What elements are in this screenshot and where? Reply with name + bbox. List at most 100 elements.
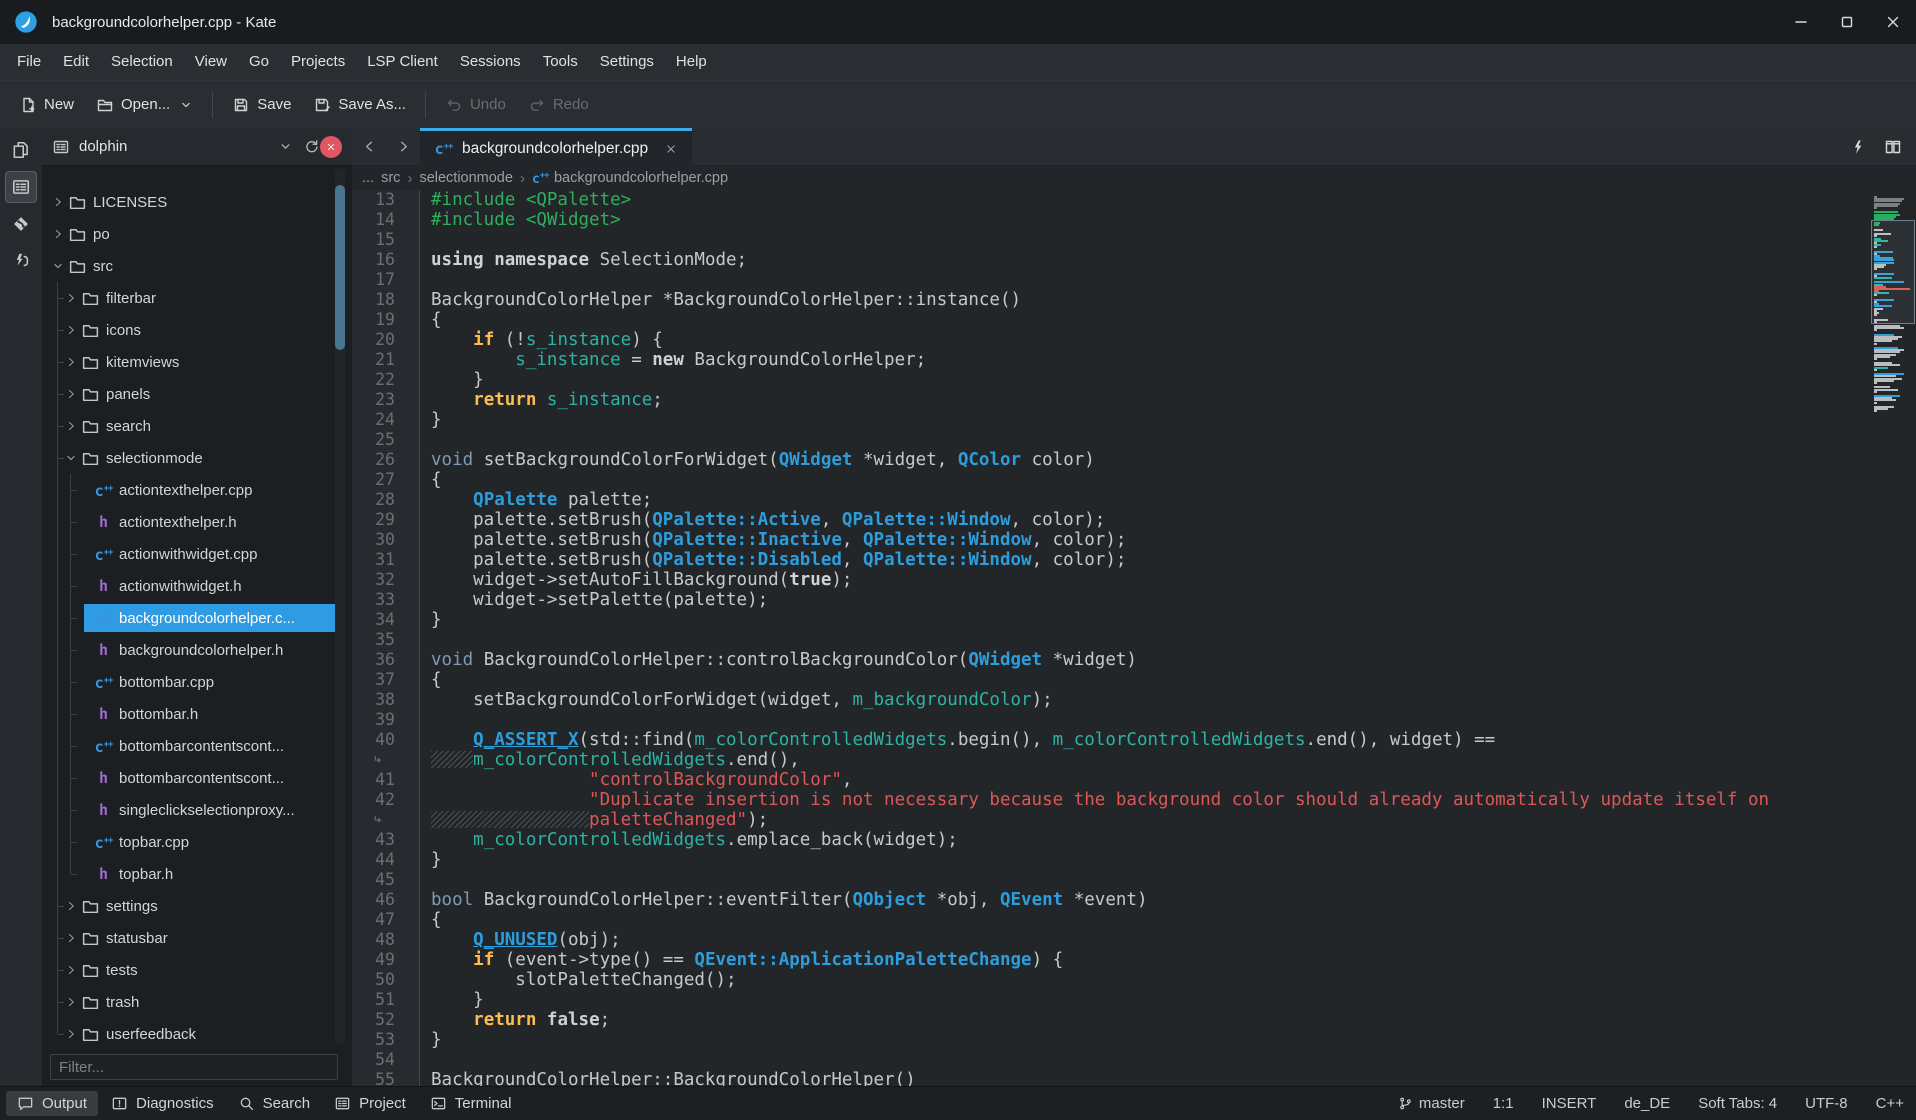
chevron-right-icon[interactable] <box>63 418 79 434</box>
tree-item-panels[interactable]: panels <box>42 378 352 410</box>
save-button[interactable]: Save <box>221 88 302 122</box>
toolbar-separator <box>425 92 426 118</box>
window-close-button[interactable] <box>1870 0 1916 44</box>
save-as-button[interactable]: Save As... <box>302 88 417 122</box>
breadcrumb-file[interactable]: backgroundcolorhelper.cpp <box>554 170 728 186</box>
minimap-scrollbar[interactable] <box>1870 190 1916 1086</box>
project-dropdown-chevron-icon[interactable] <box>278 139 293 154</box>
tree-item-po[interactable]: po <box>42 218 352 250</box>
project-close-button[interactable] <box>320 136 342 158</box>
tab-close-icon[interactable] <box>664 142 678 156</box>
code-area[interactable]: 13#include <QPalette>14#include <QWidget… <box>352 190 1870 1086</box>
statusbar-tab-mode[interactable]: Soft Tabs: 4 <box>1698 1095 1777 1112</box>
chevron-right-icon[interactable] <box>63 898 79 914</box>
tree-item-bottombar-cpp[interactable]: c++bottombar.cpp <box>42 666 352 698</box>
tree-item-filterbar[interactable]: filterbar <box>42 282 352 314</box>
statusbar-tool-project[interactable]: Project <box>323 1091 417 1116</box>
code-text: QPalette palette; <box>420 490 652 510</box>
chevron-right-icon[interactable] <box>63 962 79 978</box>
menu-tools[interactable]: Tools <box>532 44 589 80</box>
open-button[interactable]: Open... <box>85 88 204 122</box>
menu-sessions[interactable]: Sessions <box>449 44 532 80</box>
breadcrumb-segment-selectionmode[interactable]: selectionmode <box>419 170 513 186</box>
window-minimize-button[interactable] <box>1778 0 1824 44</box>
split-view-icon[interactable] <box>1884 138 1902 156</box>
menu-settings[interactable]: Settings <box>589 44 665 80</box>
menu-selection[interactable]: Selection <box>100 44 184 80</box>
token: , <box>842 550 863 570</box>
chevron-down-icon[interactable] <box>50 258 66 274</box>
chevron-right-icon[interactable] <box>50 226 66 242</box>
project-refresh-icon[interactable] <box>303 138 320 155</box>
statusbar-tool-diagnostics[interactable]: Diagnostics <box>100 1091 225 1116</box>
tree-item-search[interactable]: search <box>42 410 352 442</box>
chevron-right-icon[interactable] <box>63 322 79 338</box>
menu-projects[interactable]: Projects <box>280 44 356 80</box>
statusbar-cursor-position[interactable]: 1:1 <box>1493 1095 1514 1112</box>
chevron-right-icon[interactable] <box>63 386 79 402</box>
token: QPalette::Inactive <box>652 530 842 550</box>
quick-open-lightning-icon[interactable] <box>1850 139 1866 155</box>
tree-item-bottombarcontentscont[interactable]: c++bottombarcontentscont... <box>42 730 352 762</box>
chevron-down-icon[interactable] <box>63 450 79 466</box>
tree-item-actionwithwidget-h[interactable]: hactionwithwidget.h <box>42 570 352 602</box>
new-button[interactable]: New <box>8 88 85 122</box>
chevron-right-icon[interactable] <box>50 194 66 210</box>
menu-lsp-client[interactable]: LSP Client <box>356 44 449 80</box>
tree-item-userfeedback[interactable]: userfeedback <box>42 1018 352 1046</box>
code-text: BackgroundColorHelper *BackgroundColorHe… <box>420 290 1021 310</box>
line-number: 42 <box>352 790 420 810</box>
tab-nav-left-icon[interactable] <box>352 128 386 165</box>
window-maximize-button[interactable] <box>1824 0 1870 44</box>
menu-help[interactable]: Help <box>665 44 718 80</box>
tree-item-backgroundcolorhelper-h[interactable]: hbackgroundcolorhelper.h <box>42 634 352 666</box>
statusbar-input-mode[interactable]: INSERT <box>1542 1095 1597 1112</box>
tree-scrollbar-thumb[interactable] <box>335 185 345 350</box>
chevron-right-icon[interactable] <box>63 930 79 946</box>
breadcrumb-segment-src[interactable]: src <box>381 170 400 186</box>
tree-item-actiontexthelper-h[interactable]: hactiontexthelper.h <box>42 506 352 538</box>
tree-item-bottombarcontentscont[interactable]: hbottombarcontentscont... <box>42 762 352 794</box>
tree-item-settings[interactable]: settings <box>42 890 352 922</box>
menu-view[interactable]: View <box>184 44 238 80</box>
statusbar-highlight-mode[interactable]: C++ <box>1876 1095 1904 1112</box>
tree-item-actiontexthelper-cpp[interactable]: c++actiontexthelper.cpp <box>42 474 352 506</box>
tree-item-backgroundcolorhelper-c[interactable]: c++backgroundcolorhelper.c... <box>42 602 352 634</box>
tree-item-statusbar[interactable]: statusbar <box>42 922 352 954</box>
sidebar-item-lsp-client[interactable] <box>5 245 37 277</box>
tab-backgroundcolorhelper[interactable]: c++ backgroundcolorhelper.cpp <box>420 128 692 166</box>
chevron-right-icon[interactable] <box>63 994 79 1010</box>
tree-item-selectionmode[interactable]: selectionmode <box>42 442 352 474</box>
statusbar-git-branch[interactable]: master <box>1398 1095 1465 1112</box>
statusbar-tool-output[interactable]: Output <box>6 1091 98 1116</box>
menu-file[interactable]: File <box>6 44 52 80</box>
breadcrumb-collapsed[interactable]: ... <box>362 170 374 186</box>
tree-item-src[interactable]: src <box>42 250 352 282</box>
sidebar-item-projects[interactable] <box>5 171 37 203</box>
statusbar-dictionary[interactable]: de_DE <box>1624 1095 1670 1112</box>
minimap-viewport[interactable] <box>1871 220 1915 324</box>
tree-item-topbar-h[interactable]: htopbar.h <box>42 858 352 890</box>
sidebar-item-git[interactable] <box>5 208 37 240</box>
tree-item-icons[interactable]: icons <box>42 314 352 346</box>
chevron-right-icon[interactable] <box>63 354 79 370</box>
tree-item-licenses[interactable]: LICENSES <box>42 186 352 218</box>
tree-item-kitemviews[interactable]: kitemviews <box>42 346 352 378</box>
chevron-right-icon[interactable] <box>63 1026 79 1042</box>
project-filter-input[interactable] <box>50 1054 338 1080</box>
statusbar-tool-search[interactable]: Search <box>227 1091 322 1116</box>
tree-item-topbar-cpp[interactable]: c++topbar.cpp <box>42 826 352 858</box>
statusbar-encoding[interactable]: UTF-8 <box>1805 1095 1848 1112</box>
tree-item-trash[interactable]: trash <box>42 986 352 1018</box>
tree-item-tests[interactable]: tests <box>42 954 352 986</box>
tree-item-bottombar-h[interactable]: hbottombar.h <box>42 698 352 730</box>
tree-item-singleclickselectionproxy[interactable]: hsingleclickselectionproxy... <box>42 794 352 826</box>
menu-go[interactable]: Go <box>238 44 280 80</box>
project-name[interactable]: dolphin <box>79 138 268 155</box>
tab-nav-right-icon[interactable] <box>386 128 420 165</box>
tree-item-actionwithwidget-cpp[interactable]: c++actionwithwidget.cpp <box>42 538 352 570</box>
statusbar-tool-terminal[interactable]: Terminal <box>419 1091 523 1116</box>
chevron-right-icon[interactable] <box>63 290 79 306</box>
menu-edit[interactable]: Edit <box>52 44 100 80</box>
sidebar-item-documents[interactable] <box>5 134 37 166</box>
